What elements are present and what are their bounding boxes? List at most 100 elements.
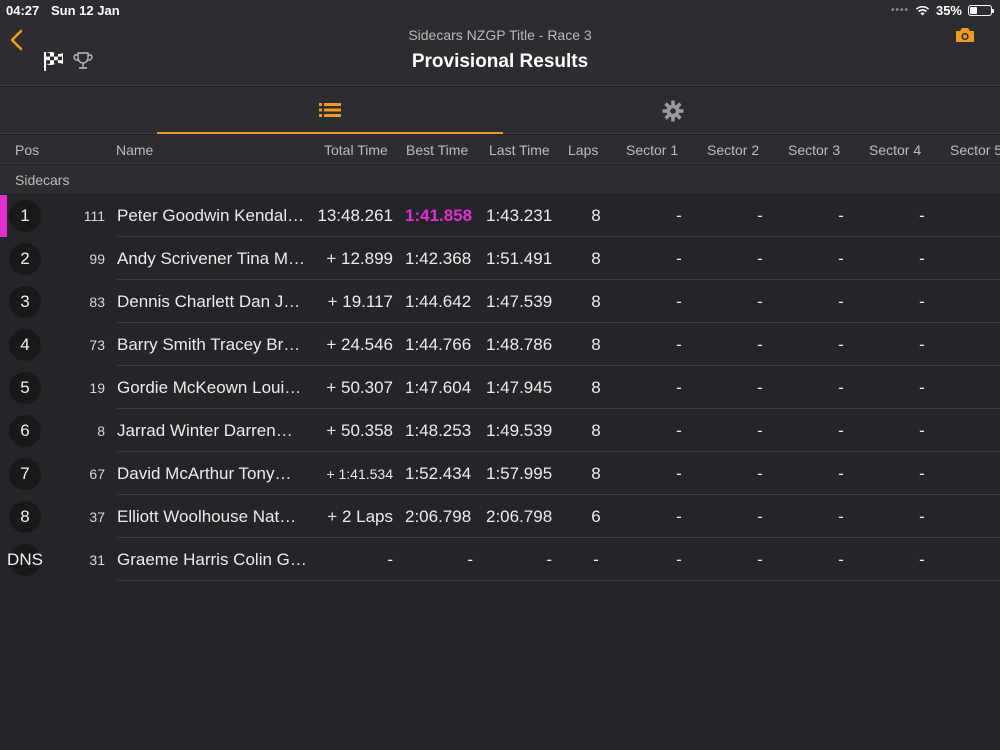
rider-names: Peter Goodwin Kendal… bbox=[117, 206, 305, 225]
battery-icon bbox=[968, 5, 994, 16]
total-time: - bbox=[387, 550, 393, 569]
sector-1-time: - bbox=[676, 550, 682, 569]
col-sector-4[interactable]: Sector 4 bbox=[869, 142, 921, 158]
sector-4-time: - bbox=[919, 292, 925, 311]
table-row[interactable]: 5 19 Gordie McKeown Loui… + 50.307 1:47.604 1… bbox=[0, 366, 1000, 409]
race-number: 31 bbox=[89, 552, 105, 568]
sector-4-time: - bbox=[919, 464, 925, 483]
sector-3-time: - bbox=[838, 206, 844, 225]
best-time: 1:42.368 bbox=[405, 249, 472, 268]
best-time: 1:44.766 bbox=[405, 335, 472, 354]
sector-1-time: - bbox=[676, 378, 682, 397]
col-name[interactable]: Name bbox=[116, 142, 153, 158]
nav-bar: Sidecars NZGP Title - Race 3 Provisional… bbox=[0, 22, 1000, 86]
sector-1-time: - bbox=[676, 507, 682, 526]
table-row[interactable]: DNS 31 Graeme Harris Colin G… - - - - - - - - bbox=[0, 538, 1000, 581]
total-time: + 24.546 bbox=[326, 335, 393, 354]
col-sector-1[interactable]: Sector 1 bbox=[626, 142, 678, 158]
position-badge: 4 bbox=[9, 329, 41, 361]
status-bar: 04:27 Sun 12 Jan •••• 35% bbox=[0, 0, 1000, 22]
gear-icon bbox=[662, 100, 684, 121]
sector-1-time: - bbox=[676, 335, 682, 354]
total-time: + 19.117 bbox=[327, 292, 393, 311]
event-subtitle: Sidecars NZGP Title - Race 3 bbox=[408, 27, 592, 43]
sector-2-time: - bbox=[757, 550, 763, 569]
rider-names: Barry Smith Tracey Br… bbox=[117, 335, 301, 354]
table-row[interactable]: 2 99 Andy Scrivener Tina M… + 12.899 1:42.36… bbox=[0, 237, 1000, 280]
col-sector-5[interactable]: Sector 5 bbox=[950, 142, 1000, 158]
laps: 8 bbox=[591, 292, 601, 311]
rider-names: David McArthur Tony… bbox=[117, 464, 292, 483]
table-header: Pos Name Total Time Best Time Last Time … bbox=[0, 135, 1000, 164]
table-row[interactable]: 3 83 Dennis Charlett Dan J… + 19.117 1:44.64… bbox=[0, 280, 1000, 323]
laps: 8 bbox=[591, 378, 601, 397]
best-time: - bbox=[467, 550, 473, 569]
table-row[interactable]: 6 8 Jarrad Winter Darren… + 50.358 1:48.253 1… bbox=[0, 409, 1000, 452]
col-last-time[interactable]: Last Time bbox=[489, 142, 550, 158]
last-time: 1:47.539 bbox=[486, 292, 553, 311]
race-number: 73 bbox=[89, 337, 105, 353]
rider-names: Dennis Charlett Dan J… bbox=[117, 292, 301, 311]
last-time: 1:48.786 bbox=[486, 335, 553, 354]
sector-4-time: - bbox=[919, 378, 925, 397]
sector-4-time: - bbox=[919, 335, 925, 354]
signal-icon: •••• bbox=[890, 5, 909, 16]
rider-names: Andy Scrivener Tina M… bbox=[117, 249, 306, 268]
battery-percent: 35% bbox=[935, 3, 962, 18]
col-pos[interactable]: Pos bbox=[15, 142, 39, 158]
race-number: 99 bbox=[89, 251, 105, 267]
position-value: DNS bbox=[7, 550, 43, 569]
col-sector-2[interactable]: Sector 2 bbox=[707, 142, 759, 158]
last-time: 2:06.798 bbox=[486, 507, 553, 526]
best-time: 1:48.253 bbox=[405, 421, 472, 440]
race-number: 111 bbox=[83, 208, 105, 224]
position-value: 6 bbox=[20, 421, 30, 440]
table-row[interactable]: 1 111 Peter Goodwin Kendal… 13:48.261 1:41.8… bbox=[0, 194, 1000, 237]
sector-2-time: - bbox=[757, 378, 763, 397]
sector-3-time: - bbox=[838, 292, 844, 311]
class-group-label: Sidecars bbox=[15, 172, 70, 188]
last-time: 1:49.539 bbox=[486, 421, 553, 440]
sector-4-time: - bbox=[919, 507, 925, 526]
sector-2-time: - bbox=[757, 335, 763, 354]
camera-icon[interactable] bbox=[954, 26, 976, 44]
total-time: + 50.307 bbox=[326, 378, 393, 397]
row-divider bbox=[117, 580, 1000, 581]
sector-3-time: - bbox=[838, 507, 844, 526]
rider-names: Elliott Woolhouse Nat… bbox=[117, 507, 297, 526]
sector-3-time: - bbox=[838, 464, 844, 483]
col-laps[interactable]: Laps bbox=[568, 142, 598, 158]
position-value: 4 bbox=[20, 335, 30, 354]
total-time: + 50.358 bbox=[326, 421, 393, 440]
race-number: 83 bbox=[89, 294, 105, 310]
position-badge: 6 bbox=[9, 415, 41, 447]
tab-bar bbox=[0, 87, 1000, 134]
tab-settings[interactable] bbox=[503, 87, 843, 134]
sector-3-time: - bbox=[838, 550, 844, 569]
laps: 6 bbox=[591, 507, 601, 526]
position-badge: 3 bbox=[9, 286, 41, 318]
position-value: 3 bbox=[20, 292, 30, 311]
col-total-time[interactable]: Total Time bbox=[324, 142, 388, 158]
leader-marker bbox=[0, 195, 7, 237]
last-time: - bbox=[546, 550, 552, 569]
col-sector-3[interactable]: Sector 3 bbox=[788, 142, 840, 158]
position-badge: 2 bbox=[9, 243, 41, 275]
table-row[interactable]: 8 37 Elliott Woolhouse Nat… + 2 Laps 2:06.79… bbox=[0, 495, 1000, 538]
laps: 8 bbox=[591, 249, 601, 268]
race-number: 37 bbox=[89, 509, 105, 525]
table-row[interactable]: 7 67 David McArthur Tony… + 1:41.534 1:52.43… bbox=[0, 452, 1000, 495]
sector-1-time: - bbox=[676, 206, 682, 225]
class-group-header: Sidecars bbox=[0, 165, 1000, 193]
sector-1-time: - bbox=[676, 421, 682, 440]
table-row[interactable]: 4 73 Barry Smith Tracey Br… + 24.546 1:44.76… bbox=[0, 323, 1000, 366]
position-value: 8 bbox=[20, 507, 30, 526]
status-time: 04:27 bbox=[6, 3, 40, 18]
best-time: 1:47.604 bbox=[405, 378, 472, 397]
race-number: 67 bbox=[89, 466, 105, 482]
col-best-time[interactable]: Best Time bbox=[406, 142, 468, 158]
position-badge: 7 bbox=[9, 458, 41, 490]
sector-4-time: - bbox=[919, 421, 925, 440]
tab-results-list[interactable] bbox=[157, 87, 503, 134]
race-number: 19 bbox=[89, 380, 105, 396]
